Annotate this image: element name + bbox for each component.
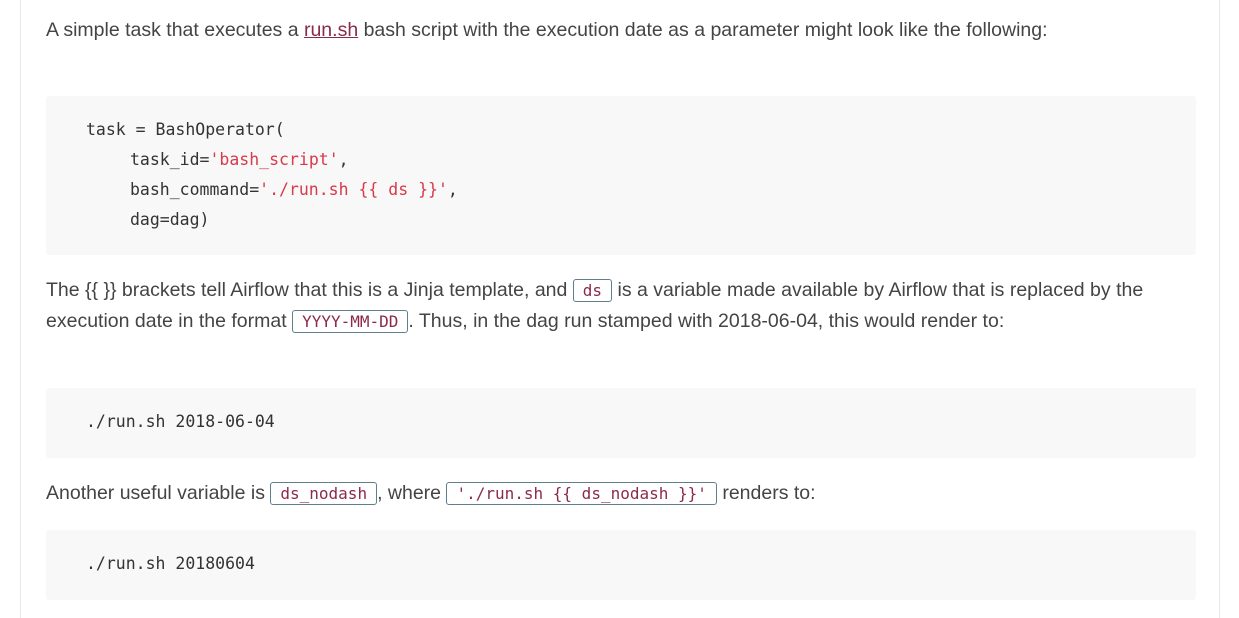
code-block-bash-operator: task = BashOperator( task_id='bash_script… [46,96,1196,255]
text: A simple task that executes a [46,19,304,41]
code-line: dag=dag) [130,210,210,229]
code-line: ./run.sh 2018-06-04 [86,412,275,431]
jinja-paragraph: The {{ }} brackets tell Airflow that thi… [46,275,1196,368]
text: renders to: [716,482,816,504]
code-line: task_id='bash_script', [130,150,349,169]
code-line: task = BashOperator( [86,120,285,139]
text: bash script with the execution date as a… [358,19,1048,41]
code-block-render-nodash: ./run.sh 20180604 [46,530,1196,600]
text: , where [377,482,447,504]
code-line: bash_command='./run.sh {{ ds }}', [130,180,458,199]
text: The {{ }} brackets tell Airflow that thi… [46,279,573,301]
inline-code-run-nodash: './run.sh {{ ds_nodash }}' [446,482,717,505]
inline-code-date-format: YYYY-MM-DD [292,310,409,333]
inline-code-ds: ds [572,279,613,302]
intro-paragraph: A simple task that executes a run.sh bas… [46,15,1196,81]
text: . Thus, in the dag run stamped with 2018… [408,310,1005,332]
nodash-paragraph: Another useful variable is ds_nodash, wh… [46,478,1196,510]
code-block-render-ds: ./run.sh 2018-06-04 [46,388,1196,458]
article-content: A simple task that executes a run.sh bas… [46,15,1196,600]
text: Another useful variable is [46,482,271,504]
code-line: ./run.sh 20180604 [86,554,255,573]
inline-code-ds-nodash: ds_nodash [270,482,378,505]
run-sh-link[interactable]: run.sh [304,19,358,41]
